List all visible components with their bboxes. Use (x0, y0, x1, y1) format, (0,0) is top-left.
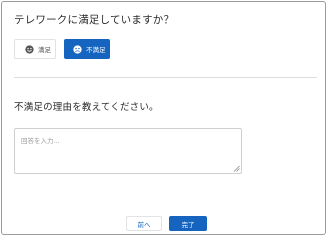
option-unsatisfied-label: 不満足 (86, 46, 106, 54)
done-button[interactable]: 完了 (169, 216, 207, 231)
survey-panel: テレワークに満足していますか？ 満足 不満足 不満足の理由を教えてください。 前… (1, 1, 326, 235)
option-satisfied-button[interactable]: 満足 (14, 39, 56, 59)
question-reason: 不満足の理由を教えてください。 (14, 102, 159, 113)
option-unsatisfied-button[interactable]: 不満足 (64, 39, 110, 59)
resize-grip-icon[interactable] (233, 165, 240, 172)
question-telework: テレワークに満足していますか？ (14, 14, 175, 26)
prev-button[interactable]: 前へ (126, 216, 162, 231)
section-divider (14, 77, 317, 78)
option-satisfied-label: 満足 (38, 46, 51, 54)
smile-face-icon (25, 44, 34, 54)
frown-face-icon (73, 44, 82, 54)
reason-answer-input[interactable] (14, 128, 242, 174)
